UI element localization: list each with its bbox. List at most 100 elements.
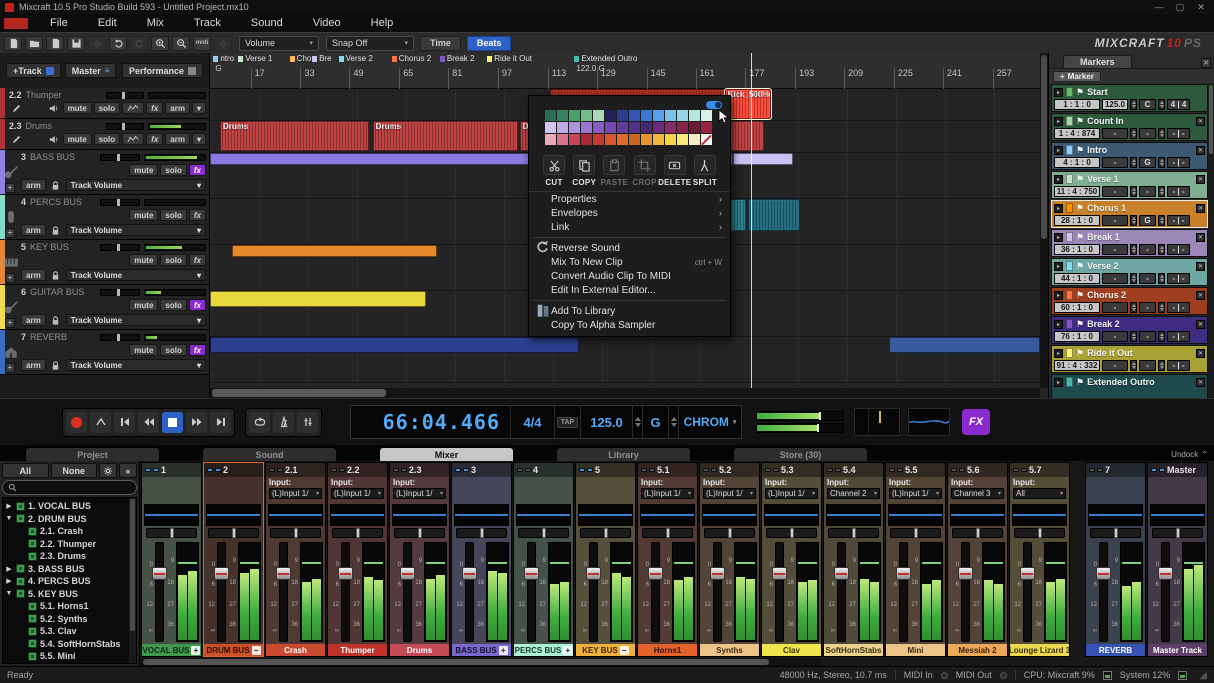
pan-thumb[interactable]: [418, 528, 422, 538]
time-display[interactable]: 66:04.466: [351, 406, 511, 438]
mixer-strip-crash[interactable]: 2.1Input:(L)Input 1/▾0612∞9182736Crash: [265, 462, 326, 657]
tempo-spinner[interactable]: [1130, 215, 1137, 226]
pan-thumb[interactable]: [976, 528, 980, 538]
track-header-bass-bus[interactable]: 3BASS BUSmutesolofxarmTrack Volume▾+: [0, 150, 209, 195]
master-button[interactable]: Master≡: [65, 63, 117, 78]
key-spinner[interactable]: [1158, 331, 1165, 342]
mixer-strip-thumper[interactable]: 2.2Input:(L)Input 1/▾0612∞9182736Thumper: [327, 462, 388, 657]
color-swatch[interactable]: [665, 110, 676, 121]
fader-track[interactable]: [217, 542, 226, 642]
pan-thumb[interactable]: [294, 528, 298, 538]
eq-display[interactable]: [702, 504, 757, 526]
pan-thumb[interactable]: [232, 528, 236, 538]
tree-item-2-drum-bus[interactable]: ▼2. DRUM BUS: [5, 513, 128, 526]
key-spinner[interactable]: [1158, 360, 1165, 371]
lock-icon[interactable]: [49, 224, 63, 236]
pan-thumb[interactable]: [1176, 528, 1180, 538]
arm-button[interactable]: arm: [165, 102, 190, 114]
bus-expand-button[interactable]: +: [499, 646, 508, 655]
ruler-marker-verse-1[interactable]: Verse 1: [238, 54, 272, 63]
delete-action[interactable]: DELETE: [660, 155, 690, 187]
color-swatch[interactable]: [569, 110, 580, 121]
marker-verse-2[interactable]: ▸⚑Verse 2✕44 : 1 : 0--- | -: [1051, 258, 1208, 286]
close-icon[interactable]: ✕: [1201, 58, 1211, 68]
tab-project[interactable]: Project: [25, 447, 160, 461]
color-swatch[interactable]: [605, 134, 616, 145]
tempo-mini-display[interactable]: [854, 408, 900, 436]
expand-icon[interactable]: ▸: [1054, 146, 1063, 155]
strip-header[interactable]: 5: [576, 463, 635, 477]
channel-name-label[interactable]: Master Track: [1148, 644, 1207, 656]
pan-slider[interactable]: [394, 528, 445, 538]
pan-thumb[interactable]: [604, 528, 608, 538]
cut-action[interactable]: CUT: [539, 155, 569, 187]
channel-name-label[interactable]: Messiah 2: [948, 644, 1007, 656]
mixer-strip-horns1[interactable]: 5.1Input:(L)Input 1/▾0612∞9182736Horns1: [637, 462, 698, 657]
color-swatch[interactable]: [665, 134, 676, 145]
ruler-marker-ride-it-out[interactable]: Ride it Out: [487, 54, 532, 63]
marker-color-swatch[interactable]: [1066, 116, 1073, 126]
snap-select[interactable]: Snap Off▾: [326, 36, 414, 51]
menu-item-link[interactable]: Link›: [529, 220, 730, 234]
track-volume-slider[interactable]: [100, 244, 140, 251]
marker-start[interactable]: ▸⚑Start1 : 1 : 0125.0C4 | 4: [1051, 84, 1208, 112]
vertical-scrollbar[interactable]: [1040, 53, 1048, 388]
marker-position-field[interactable]: 60 : 1 : 0: [1054, 302, 1100, 313]
fx-button[interactable]: fx: [189, 164, 206, 176]
marker-tempo-field[interactable]: -: [1102, 244, 1128, 255]
bus-expand-button[interactable]: −: [252, 646, 261, 655]
marker-color-swatch[interactable]: [1066, 203, 1073, 213]
tree-scrollbar[interactable]: [129, 498, 136, 663]
fader-track[interactable]: [651, 542, 660, 642]
strip-header[interactable]: 5.5: [886, 463, 945, 477]
channel-name-label[interactable]: KEY BUS−: [576, 644, 635, 656]
eq-display[interactable]: [516, 504, 571, 526]
delete-marker-icon[interactable]: ✕: [1196, 233, 1205, 242]
track-checkbox[interactable]: [28, 602, 37, 611]
color-swatch[interactable]: [665, 122, 676, 133]
scrollbar-thumb[interactable]: [130, 499, 135, 631]
track-checkbox[interactable]: [28, 639, 37, 648]
menu-item-reverse-sound[interactable]: Reverse Sound: [529, 241, 730, 255]
fader-track[interactable]: [341, 542, 350, 642]
tree-item-5-5-mini[interactable]: 5.5. Mini: [5, 650, 128, 663]
marker-position-field[interactable]: 76 : 1 : 0: [1054, 331, 1100, 342]
minimize-button[interactable]: —: [1151, 2, 1167, 12]
color-swatch[interactable]: [557, 134, 568, 145]
expand-icon[interactable]: ▸: [1054, 117, 1063, 126]
input-select[interactable]: (L)Input 1/▾: [331, 488, 384, 499]
fx-button[interactable]: fx: [189, 209, 206, 221]
pan-slider[interactable]: [1152, 528, 1203, 538]
color-swatch[interactable]: [617, 122, 628, 133]
marker-color-swatch[interactable]: [1066, 261, 1073, 271]
eq-display[interactable]: [454, 504, 509, 526]
close-button[interactable]: ✕: [1193, 2, 1209, 13]
tab-store-30-[interactable]: Store (30): [733, 447, 868, 461]
color-swatch[interactable]: [545, 110, 556, 121]
mixer-strip-master-track[interactable]: Master0612∞9182736Master Track: [1147, 462, 1208, 657]
track-volume-select[interactable]: Track Volume▾: [66, 179, 206, 191]
marker-tempo-field[interactable]: -: [1102, 128, 1128, 139]
color-swatch[interactable]: [593, 122, 604, 133]
fx-button[interactable]: fx: [189, 299, 206, 311]
pan-thumb[interactable]: [356, 528, 360, 538]
mute-button[interactable]: mute: [129, 299, 158, 311]
fader-track[interactable]: [155, 542, 164, 642]
strip-header[interactable]: 1: [142, 463, 201, 477]
color-swatch[interactable]: [677, 122, 688, 133]
tree-item-5-2-synths[interactable]: 5.2. Synths: [5, 613, 128, 626]
marker-position-field[interactable]: 1 : 1 : 0: [1054, 99, 1100, 110]
color-swatch[interactable]: [653, 110, 664, 121]
marker-signature-field[interactable]: - | -: [1167, 302, 1190, 313]
menu-item-mix[interactable]: Mix: [132, 17, 179, 29]
color-swatch[interactable]: [557, 110, 568, 121]
search-input[interactable]: [2, 480, 137, 495]
delete-marker-icon[interactable]: ✕: [1196, 175, 1205, 184]
mixer-horizontal-scrollbar[interactable]: [141, 658, 821, 666]
clip[interactable]: [748, 199, 800, 231]
tempo-spinner[interactable]: [1130, 244, 1137, 255]
marker-position-field[interactable]: 44 : 1 : 0: [1054, 273, 1100, 284]
strip-header[interactable]: 5.1: [638, 463, 697, 477]
metronome-button[interactable]: [273, 412, 294, 433]
tempo-spinner[interactable]: [1130, 273, 1137, 284]
